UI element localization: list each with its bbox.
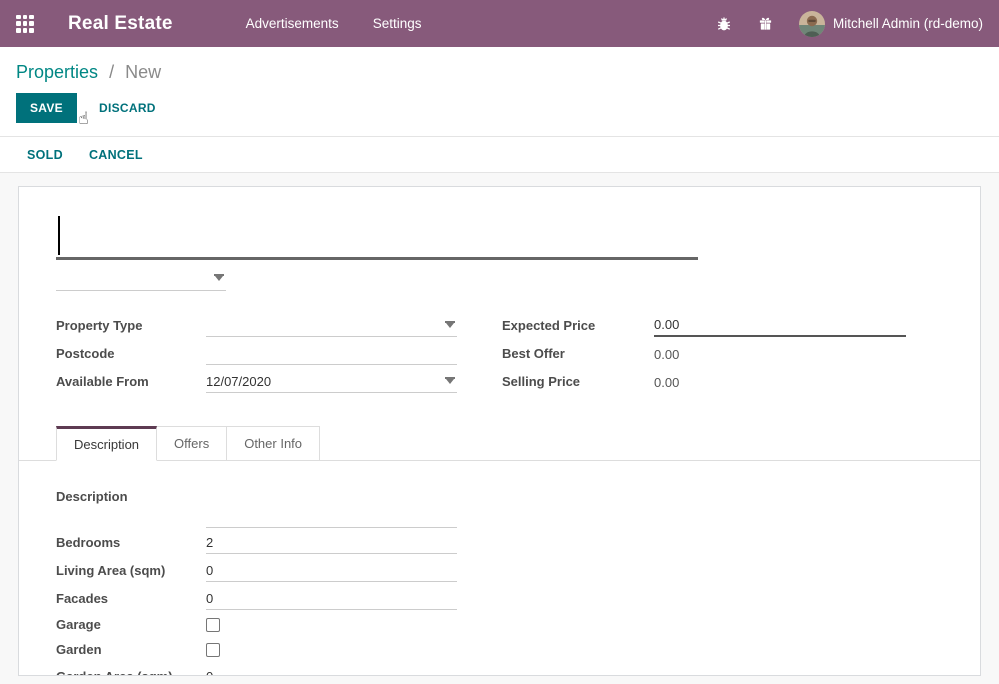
property-type-label: Property Type — [56, 318, 206, 333]
available-from-label: Available From — [56, 374, 206, 389]
bedrooms-value: 2 — [206, 535, 213, 550]
available-from-value: 12/07/2020 — [206, 374, 271, 389]
garden-label: Garden — [56, 642, 206, 657]
garden-area-value: 0 — [206, 669, 213, 676]
property-name-input[interactable] — [56, 216, 698, 260]
facades-label: Facades — [56, 591, 206, 606]
top-navbar: Real Estate Advertisements Settings — [0, 0, 999, 47]
bedrooms-input[interactable]: 2 — [206, 530, 457, 554]
garage-checkbox[interactable] — [206, 618, 220, 632]
cancel-button[interactable]: CANCEL — [89, 148, 143, 162]
living-area-label: Living Area (sqm) — [56, 563, 206, 578]
left-field-group: Property Type Postcode Available From — [56, 311, 457, 395]
menu-item-settings[interactable]: Settings — [356, 16, 439, 31]
chevron-down-icon — [446, 323, 454, 328]
right-field-group: Expected Price 0.00 Best Offer 0.00 Sell… — [502, 311, 906, 395]
form-sheet: Property Type Postcode Available From — [18, 186, 981, 676]
menu-item-advertisements[interactable]: Advertisements — [229, 16, 356, 31]
garage-label: Garage — [56, 617, 206, 632]
bedrooms-label: Bedrooms — [56, 535, 206, 550]
nav-menu: Advertisements Settings — [229, 16, 439, 31]
gift-icon[interactable] — [757, 15, 775, 33]
mouse-cursor-icon: ☝ — [78, 109, 89, 129]
tab-offers[interactable]: Offers — [157, 426, 227, 461]
expected-price-input[interactable]: 0.00 — [654, 313, 906, 337]
discard-button[interactable]: DISCARD — [99, 101, 156, 115]
garden-area-input[interactable]: 0 — [206, 664, 457, 676]
tab-description[interactable]: Description — [56, 426, 157, 461]
field-groups: Property Type Postcode Available From — [56, 311, 980, 395]
form-statusbar: SOLD CANCEL — [0, 137, 999, 173]
postcode-label: Postcode — [56, 346, 206, 361]
chevron-down-icon — [446, 379, 454, 384]
breadcrumb-separator: / — [109, 62, 114, 82]
tab-other-info[interactable]: Other Info — [227, 426, 320, 461]
user-avatar[interactable] — [799, 11, 825, 37]
description-label: Description — [56, 487, 206, 504]
text-cursor — [58, 216, 60, 255]
selling-price-label: Selling Price — [502, 374, 654, 389]
postcode-input[interactable] — [206, 341, 457, 365]
apps-grid-icon[interactable] — [16, 15, 34, 33]
garden-area-label: Garden Area (sqm) — [56, 669, 206, 677]
property-type-select[interactable] — [206, 313, 457, 337]
best-offer-label: Best Offer — [502, 346, 654, 361]
tags-dropdown[interactable] — [56, 266, 226, 291]
facades-value: 0 — [206, 591, 213, 606]
notebook-tabs: Description Offers Other Info — [19, 426, 980, 461]
app-title: Real Estate — [68, 13, 173, 35]
form-view-container: Property Type Postcode Available From — [0, 173, 999, 684]
living-area-input[interactable]: 0 — [206, 558, 457, 582]
description-tab-content: Description Bedrooms 2 Living Area (sqm)… — [56, 461, 980, 676]
chevron-down-icon — [215, 276, 223, 281]
best-offer-value: 0.00 — [654, 341, 906, 365]
breadcrumb-current: New — [125, 62, 161, 82]
save-button[interactable]: SAVE ☝ — [16, 93, 77, 123]
save-button-label: SAVE — [30, 101, 63, 115]
facades-input[interactable]: 0 — [206, 586, 457, 610]
sold-button[interactable]: SOLD — [27, 148, 63, 162]
living-area-value: 0 — [206, 563, 213, 578]
selling-price-value: 0.00 — [654, 369, 906, 393]
expected-price-label: Expected Price — [502, 318, 654, 333]
breadcrumb: Properties / New — [0, 47, 999, 93]
bug-icon[interactable] — [715, 15, 733, 33]
expected-price-value: 0.00 — [654, 317, 679, 332]
garden-checkbox[interactable] — [206, 643, 220, 657]
navbar-right: Mitchell Admin (rd-demo) — [691, 11, 983, 37]
description-textarea[interactable] — [206, 487, 457, 528]
action-bar: SAVE ☝ DISCARD — [0, 93, 999, 137]
breadcrumb-properties-link[interactable]: Properties — [16, 62, 98, 82]
user-name[interactable]: Mitchell Admin (rd-demo) — [833, 16, 983, 31]
available-from-datepicker[interactable]: 12/07/2020 — [206, 369, 457, 393]
